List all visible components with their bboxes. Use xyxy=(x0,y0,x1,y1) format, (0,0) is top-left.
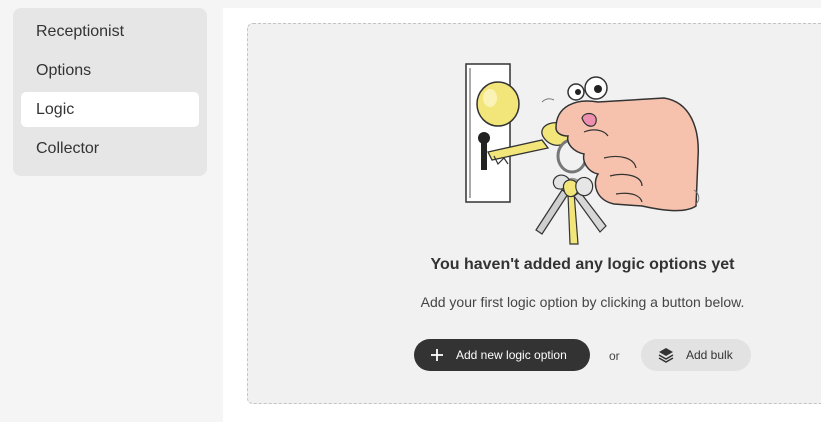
sidebar-item-logic[interactable]: Logic xyxy=(21,92,199,127)
layers-icon xyxy=(658,347,674,363)
sidebar-item-label: Receptionist xyxy=(36,22,125,40)
or-separator: or xyxy=(609,349,620,363)
empty-state-description: Add your first logic option by clicking … xyxy=(420,294,745,310)
add-bulk-button[interactable]: Add bulk xyxy=(641,339,751,371)
sidebar-item-collector[interactable]: Collector xyxy=(21,131,199,166)
sidebar-item-label: Collector xyxy=(36,139,100,157)
sidebar-item-receptionist[interactable]: Receptionist xyxy=(21,14,199,49)
sidebar-item-options[interactable]: Options xyxy=(21,53,199,88)
add-bulk-label: Add bulk xyxy=(686,348,733,362)
hand-with-keys-illustration xyxy=(465,63,700,245)
empty-state-card: You haven't added any logic options yet … xyxy=(247,23,821,404)
sidebar-item-label: Options xyxy=(36,61,92,79)
main-panel: You haven't added any logic options yet … xyxy=(223,8,821,422)
add-new-logic-option-label: Add new logic option xyxy=(456,348,567,362)
sidebar: Receptionist Options Logic Collector xyxy=(13,8,207,176)
add-new-logic-option-button[interactable]: Add new logic option xyxy=(414,339,590,371)
plus-icon xyxy=(430,348,444,362)
empty-state-title: You haven't added any logic options yet xyxy=(430,256,735,273)
sidebar-item-label: Logic xyxy=(36,100,75,118)
